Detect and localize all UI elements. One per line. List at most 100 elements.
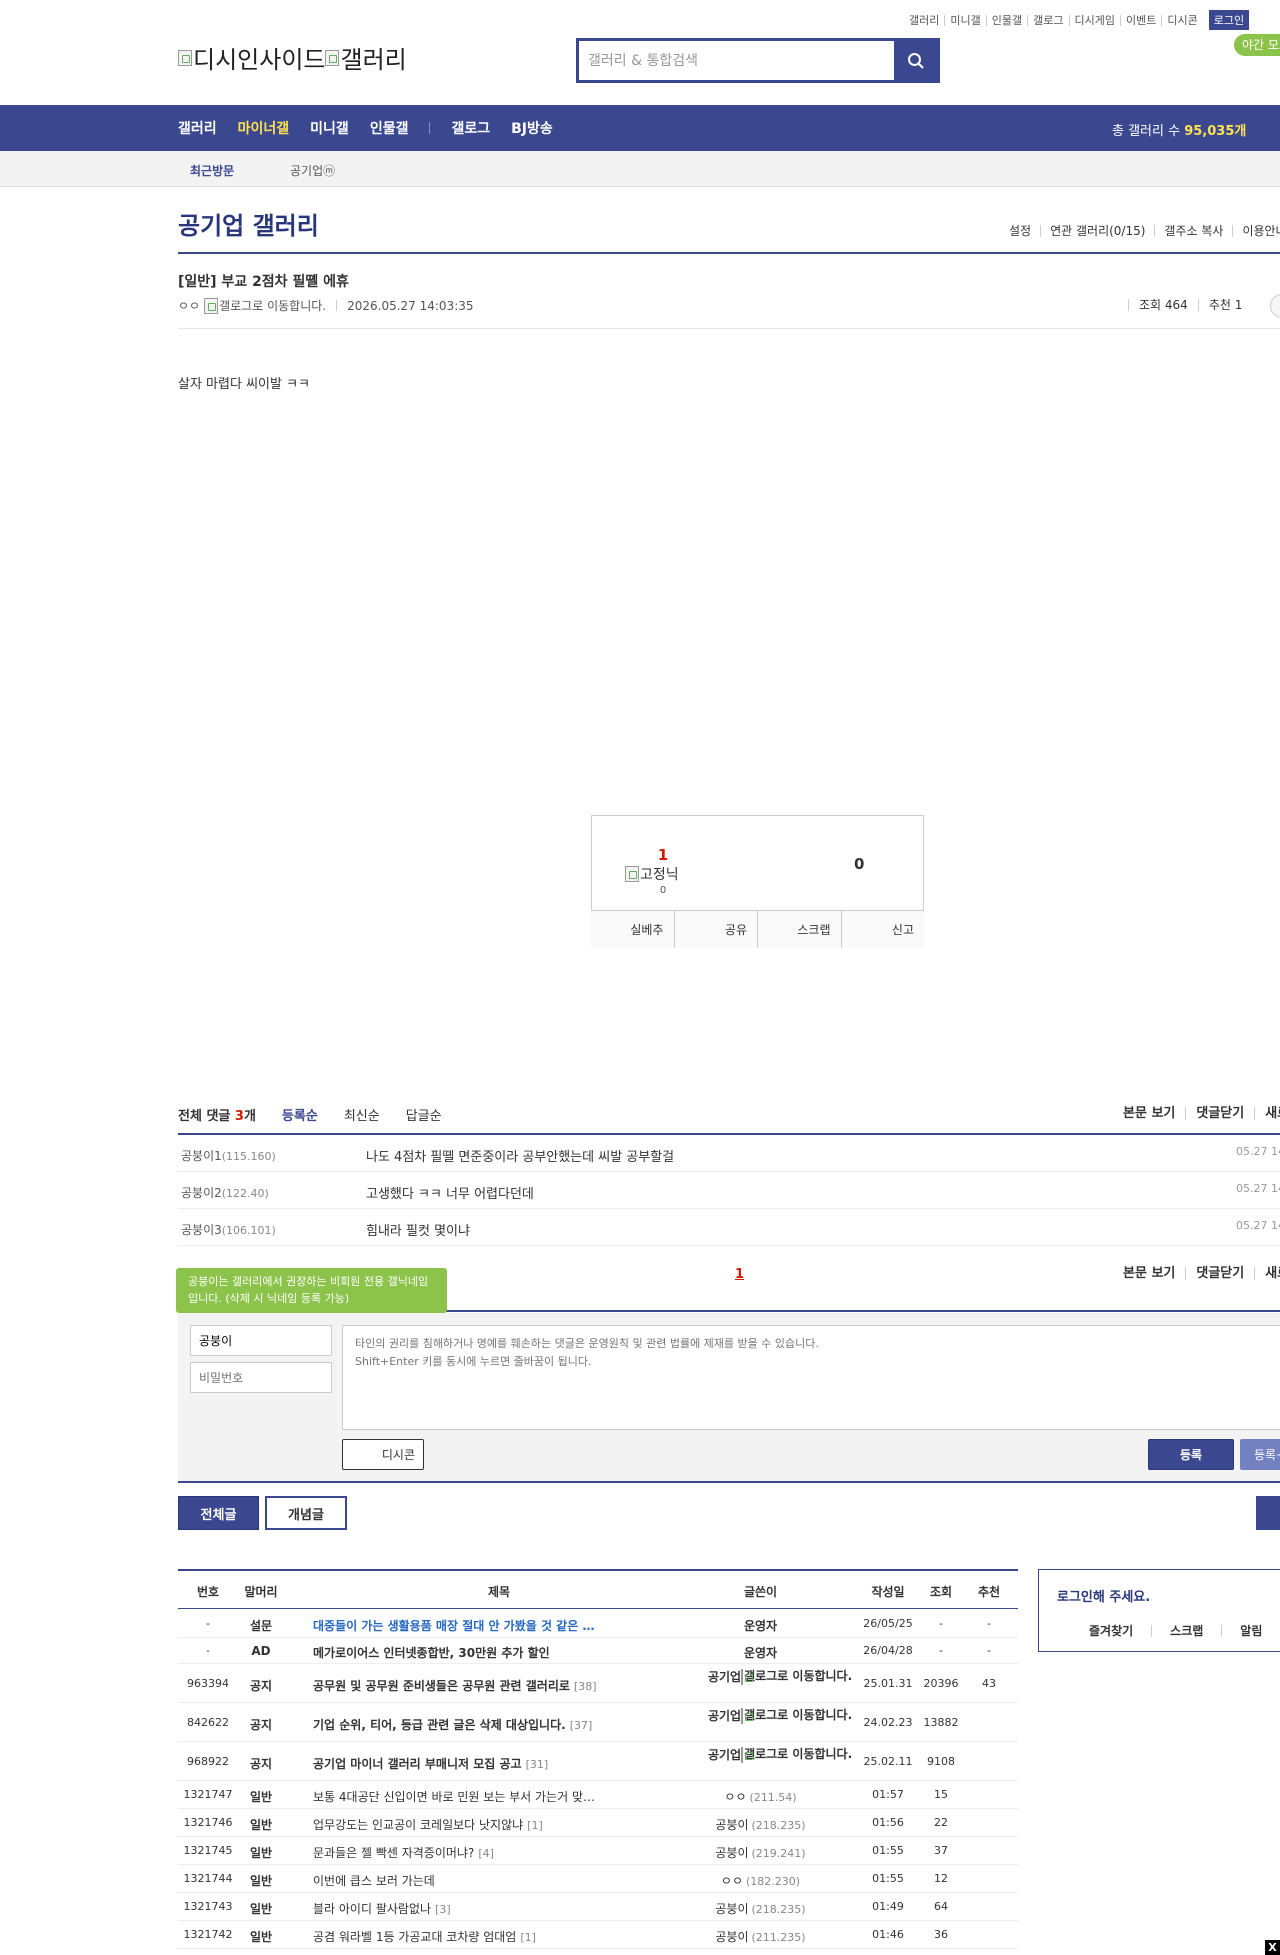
comment-page-1[interactable]: 1 <box>735 1267 744 1282</box>
tab-all-posts[interactable]: 전체글 <box>178 1496 259 1530</box>
row-writer[interactable]: ㅇㅇ (182.230) <box>678 1872 843 1889</box>
dccon-button[interactable]: 디시콘 <box>342 1439 424 1470</box>
comment-textarea[interactable] <box>342 1325 1280 1430</box>
row-writer[interactable]: 공붕이 (218.235) <box>678 1900 843 1917</box>
submit-recommend-button[interactable]: 등록+추천 <box>1240 1439 1280 1470</box>
row-title-text[interactable]: 공겸 워라벨 1등 가공교대 코차량 엄대엄 <box>313 1930 516 1944</box>
row-title[interactable]: 메가로이어스 인터넷종합반, 30만원 추가 할인 <box>313 1644 550 1661</box>
row-writer[interactable]: 공기업 갤로그로 이동합니다. <box>678 1668 852 1685</box>
row-writer-name[interactable]: 공붕이 <box>715 1818 748 1832</box>
top-link-gallery[interactable]: 갤러리 <box>904 15 944 26</box>
comment-nick[interactable]: 공붕이2(122.40) <box>181 1184 269 1201</box>
row-writer[interactable]: 공붕이 (219.241) <box>678 1844 843 1861</box>
tab-concept-posts[interactable]: 개념글 <box>265 1496 347 1530</box>
row-reply-count[interactable]: [31] <box>526 1758 549 1771</box>
password-field[interactable] <box>190 1362 332 1393</box>
row-title[interactable]: 대중들이 가는 생활용품 매장 절대 안 가봤을 것 같은 … <box>313 1617 594 1634</box>
row-title-text[interactable]: 대중들이 가는 생활용품 매장 절대 안 가봤을 것 같은 … <box>313 1619 594 1633</box>
submit-button[interactable]: 등록 <box>1148 1439 1234 1470</box>
refresh-link[interactable]: 새로고침 <box>1254 1107 1280 1120</box>
row-writer-name[interactable]: 공기업 <box>708 1707 741 1724</box>
top-link-gallog[interactable]: 갤로그 <box>1027 14 1068 26</box>
row-title-text[interactable]: 메가로이어스 인터넷종합반, 30만원 추가 할인 <box>313 1646 550 1660</box>
row-reply-count[interactable]: [37] <box>570 1719 593 1732</box>
row-writer-name[interactable]: ㅇㅇ <box>724 1790 746 1804</box>
row-writer-name[interactable]: 공붕이 <box>715 1846 748 1860</box>
row-writer[interactable]: 운영자 <box>678 1644 843 1661</box>
tool-guide[interactable]: 이용안내 <box>1232 225 1280 237</box>
gallog-link[interactable]: 갤로그로 이동합니다. <box>741 1668 852 1685</box>
row-reply-count[interactable]: [4] <box>478 1847 494 1860</box>
search-button[interactable] <box>894 41 937 80</box>
nav-gallery[interactable]: 갤러리 <box>178 118 217 138</box>
nav-gallog[interactable]: 갤로그 <box>451 118 490 138</box>
login-button[interactable]: 로그인 <box>1208 10 1250 30</box>
list-row[interactable]: 968922 공지 공기업 마이너 갤러리 부매니저 모집 공고 [31] 공기업 갤로그… <box>178 1742 1018 1781</box>
list-row[interactable]: 1321744 일반 이번에 큽스 보러 가는데 ㅇㅇ (182.230) 01:55 12 <box>178 1865 1018 1893</box>
row-writer-name[interactable]: 공붕이 <box>715 1902 748 1916</box>
login-prompt[interactable]: 로그인해 주세요. <box>1057 1586 1150 1605</box>
nickname-field[interactable] <box>190 1325 332 1356</box>
row-writer-name[interactable]: 공붕이 <box>715 1930 748 1944</box>
sort-latest[interactable]: 최신순 <box>344 1105 380 1124</box>
top-link-game[interactable]: 디시게임 <box>1068 14 1120 26</box>
page-title[interactable]: 공기업 갤러리 <box>178 206 319 241</box>
row-title[interactable]: 보통 4대공단 신입이면 바로 민원 보는 부서 가는거 맞… <box>313 1788 595 1805</box>
row-title[interactable]: 문과들은 젤 빡센 자격증이머냐? [4] <box>313 1844 494 1861</box>
row-title[interactable]: 업무강도는 인교공이 코레일보다 낫지않냐 [1] <box>313 1816 543 1833</box>
fixed-nick-recommend[interactable]: 고정닉 <box>625 864 679 884</box>
gallog-link[interactable]: 갤로그로 이동합니다. <box>741 1746 852 1763</box>
row-writer-name[interactable]: ㅇㅇ <box>721 1874 743 1888</box>
sort-reply[interactable]: 답글순 <box>406 1105 442 1124</box>
row-title-text[interactable]: 이번에 큽스 보러 가는데 <box>313 1874 435 1888</box>
scrap-link[interactable]: 스크랩 <box>1151 1625 1221 1637</box>
top-link-event[interactable]: 이벤트 <box>1119 14 1161 26</box>
row-writer[interactable]: 공기업 갤로그로 이동합니다. <box>678 1746 852 1763</box>
view-body-link[interactable]: 본문 보기 <box>1123 1107 1185 1120</box>
row-writer[interactable]: 공붕이 (211.235) <box>678 1928 843 1945</box>
refresh-link[interactable]: 새로고침 <box>1254 1267 1280 1280</box>
row-title[interactable]: 공겸 워라벨 1등 가공교대 코차량 엄대엄 [1] <box>313 1928 536 1945</box>
row-title[interactable]: 블라 아이디 팔사람없나 [3] <box>313 1900 451 1917</box>
list-row[interactable]: 1321743 일반 블라 아이디 팔사람없나 [3] 공붕이 (218.235) 01:4… <box>178 1893 1018 1921</box>
list-row[interactable]: 1321747 일반 보통 4대공단 신입이면 바로 민원 보는 부서 가는거 맞…… <box>178 1781 1018 1809</box>
night-mode-button[interactable]: 야간 모드 <box>1234 34 1280 56</box>
close-comments-link[interactable]: 댓글닫기 <box>1185 1267 1254 1280</box>
scrap-button[interactable]: 스크랩 <box>758 911 842 948</box>
row-title-text[interactable]: 보통 4대공단 신입이면 바로 민원 보는 부서 가는거 맞… <box>313 1790 595 1804</box>
row-title-text[interactable]: 업무강도는 인교공이 코레일보다 낫지않냐 <box>313 1818 523 1832</box>
top-link-mini[interactable]: 미니갤 <box>944 14 985 26</box>
nav-mini-gallery[interactable]: 미니갤 <box>310 118 349 138</box>
site-logo[interactable]: 디시인사이드 갤러리 <box>178 40 407 75</box>
nav-person-gallery[interactable]: 인물갤 <box>370 118 409 138</box>
best-recommend-button[interactable]: 실베추 <box>591 911 675 948</box>
list-row[interactable]: 1321746 일반 업무강도는 인교공이 코레일보다 낫지않냐 [1] 공붕이 (218… <box>178 1809 1018 1837</box>
recent-visit-label[interactable]: 최근방문 <box>190 162 234 179</box>
row-writer[interactable]: 공붕이 (218.235) <box>678 1816 843 1833</box>
row-title-text[interactable]: 블라 아이디 팔사람없나 <box>313 1902 431 1916</box>
top-link-person[interactable]: 인물갤 <box>985 14 1027 26</box>
nav-bj[interactable]: BJ방송 <box>511 118 553 138</box>
row-title[interactable]: 공무원 및 공무원 준비생들은 공무원 관련 갤러리로 [38] <box>313 1677 597 1694</box>
row-title-text[interactable]: 문과들은 젤 빡센 자격증이머냐? <box>313 1846 474 1860</box>
sort-registered[interactable]: 등록순 <box>282 1105 318 1124</box>
tool-copy-address[interactable]: 갤주소 복사 <box>1154 225 1232 237</box>
list-row[interactable]: 1321745 일반 문과들은 젤 빡센 자격증이머냐? [4] 공붕이 (219.241… <box>178 1837 1018 1865</box>
gallog-link[interactable]: 갤로그로 이동합니다. <box>741 1707 852 1724</box>
list-row[interactable]: - AD 메가로이어스 인터넷종합반, 30만원 추가 할인 운영자 26/04/28 -… <box>178 1638 1018 1664</box>
row-title[interactable]: 공기업 마이너 갤러리 부매니저 모집 공고 [31] <box>313 1755 548 1772</box>
comment-nick[interactable]: 공붕이1(115.160) <box>181 1147 276 1164</box>
row-reply-count[interactable]: [1] <box>527 1819 543 1832</box>
row-title-text[interactable]: 기업 순위, 티어, 등급 관련 글은 삭제 대상입니다. <box>313 1718 566 1732</box>
row-title[interactable]: 기업 순위, 티어, 등급 관련 글은 삭제 대상입니다. [37] <box>313 1716 592 1733</box>
row-writer-name[interactable]: 운영자 <box>744 1646 777 1660</box>
recent-gallery-link[interactable]: 공기업ⓜ <box>290 162 335 179</box>
post-writer[interactable]: ㅇㅇ <box>178 297 200 314</box>
top-link-dccon[interactable]: 디시콘 <box>1161 14 1202 26</box>
row-title-text[interactable]: 공기업 마이너 갤러리 부매니저 모집 공고 <box>313 1757 522 1771</box>
nav-minor-gallery[interactable]: 마이너갤 <box>238 118 290 138</box>
close-icon[interactable]: X <box>1265 1940 1280 1955</box>
comment-nick[interactable]: 공붕이3(106.101) <box>181 1221 276 1238</box>
row-writer-name[interactable]: 공기업 <box>708 1668 741 1685</box>
row-reply-count[interactable]: [3] <box>435 1903 451 1916</box>
